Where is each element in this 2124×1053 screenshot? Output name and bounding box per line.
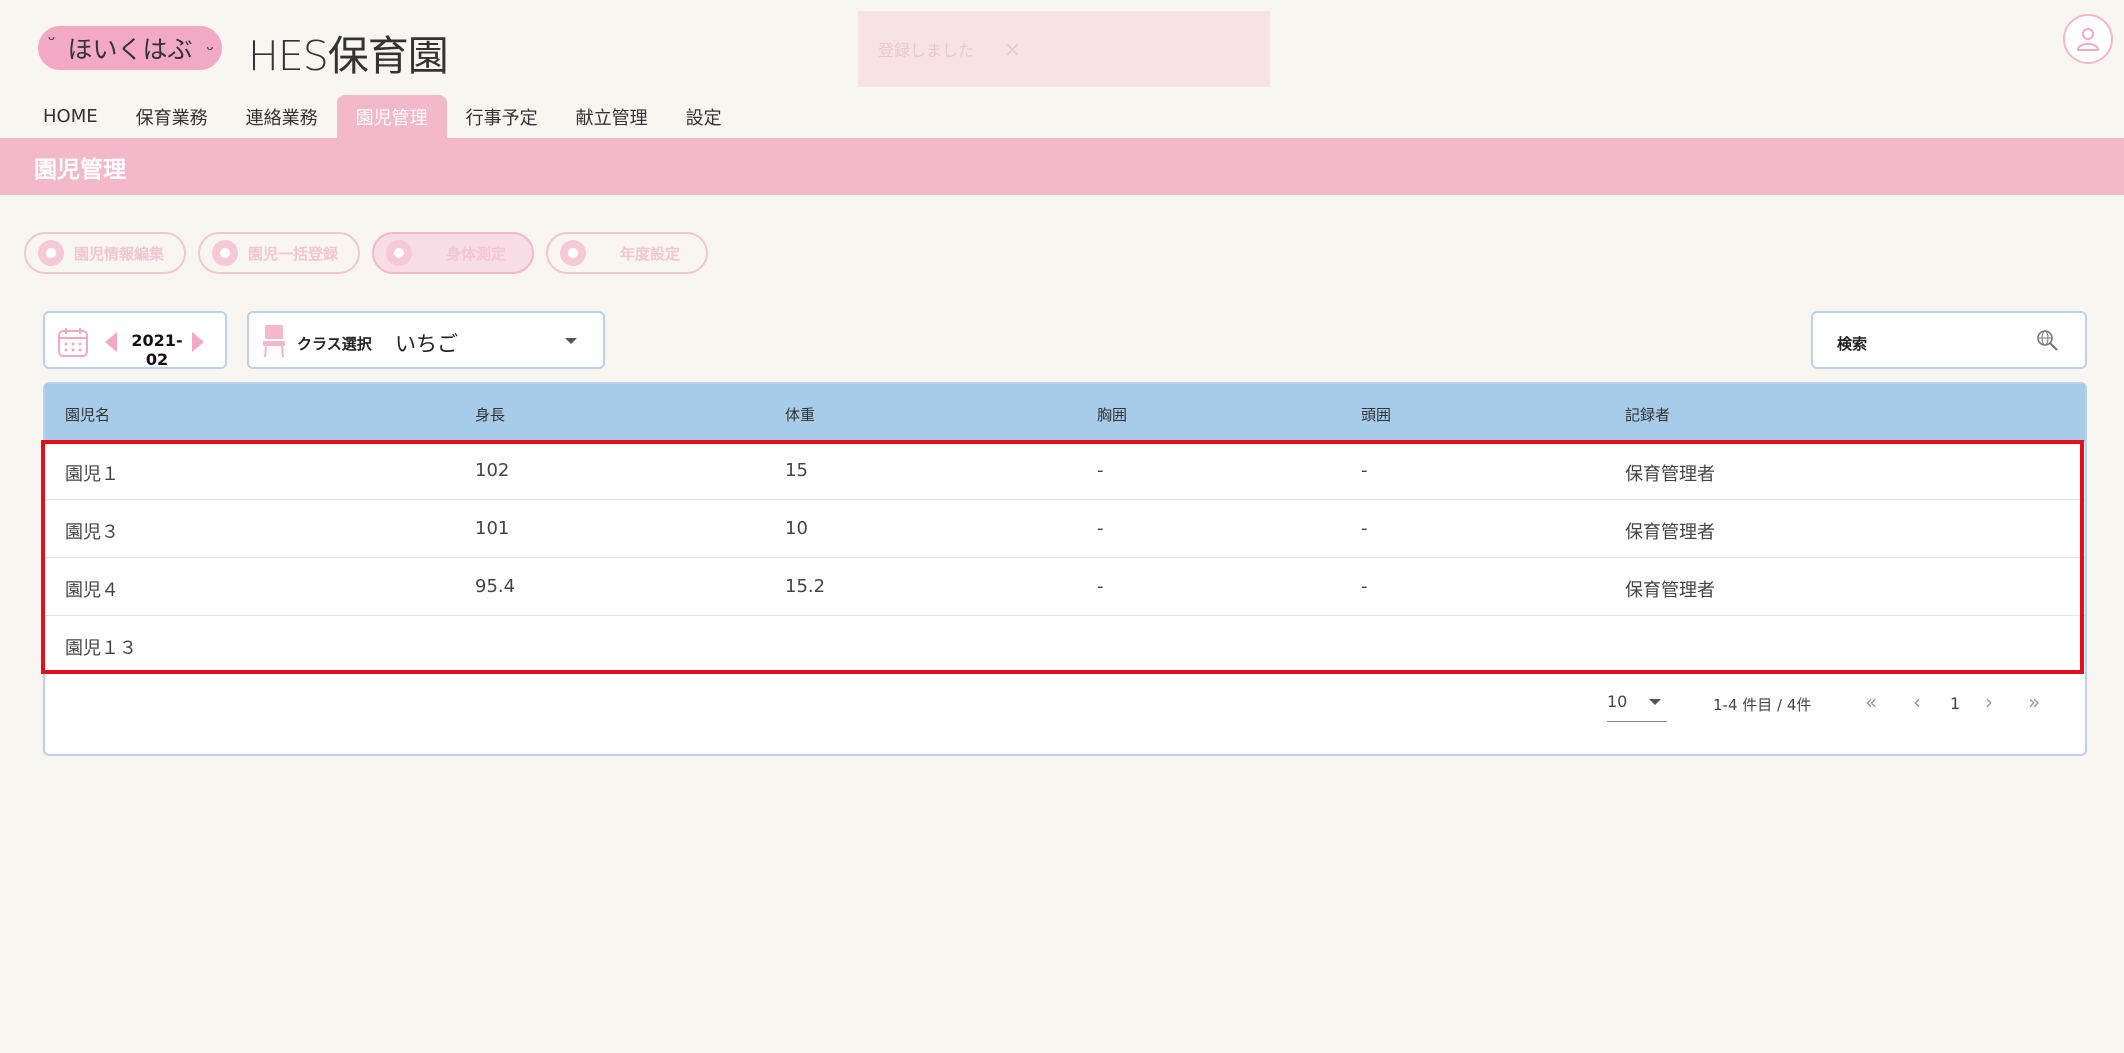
site-logo[interactable]: ᵕ ほいくはぶ ᵕ [38, 26, 222, 70]
nav-contact-work[interactable]: 連絡業務 [227, 95, 337, 138]
logo-text: ほいくはぶ [67, 35, 193, 64]
range-label: 1-4 件目 / 4件 [1713, 696, 1812, 714]
measure-icon [386, 240, 412, 266]
cell-head: - [1361, 576, 1368, 597]
bulk-register-button[interactable]: 園児一括登録 [198, 232, 360, 274]
search-placeholder: 検索 [1837, 335, 1868, 353]
smile-icon: ᵕ [48, 30, 56, 51]
cell-child-name: 園児３ [65, 522, 119, 543]
cell-recorder: 保育管理者 [1625, 580, 1715, 601]
rows-per-page-value: 10 [1607, 692, 1628, 711]
table-row[interactable]: 園児３ 101 10 - - 保育管理者 [45, 500, 2085, 558]
cell-head: - [1361, 460, 1368, 481]
rows-per-page-select[interactable]: 10 [1607, 686, 1667, 722]
chair-icon [263, 325, 285, 358]
measurement-table: 園児名 身長 体重 胸囲 頭囲 記録者 園児１ 102 15 - - 保育管理者… [43, 382, 2087, 756]
cell-recorder: 保育管理者 [1625, 464, 1715, 485]
cell-weight: 15.2 [785, 576, 826, 597]
nav-child-management[interactable]: 園児管理 [336, 95, 447, 138]
nav-settings[interactable]: 設定 [667, 95, 741, 138]
class-select-value: いちご [395, 332, 458, 356]
fiscal-year-settings-button[interactable]: 年度設定 [546, 232, 708, 274]
table-row[interactable]: 園児１ 102 15 - - 保育管理者 [45, 442, 2085, 500]
button-label: 園児情報編集 [74, 244, 165, 263]
main-nav: HOME 保育業務 連絡業務 園児管理 行事予定 献立管理 設定 [24, 95, 741, 138]
column-header[interactable]: 体重 [785, 404, 815, 425]
edit-child-info-button[interactable]: 園児情報編集 [24, 232, 186, 274]
month-selector: 2021-02 [43, 311, 227, 369]
close-icon[interactable]: × [1004, 37, 1021, 61]
toast-notification: 登録しました × [858, 11, 1270, 87]
button-label: 園児一括登録 [248, 244, 339, 263]
cell-chest: - [1097, 518, 1104, 539]
chevron-down-icon [565, 338, 577, 344]
column-header[interactable]: 身長 [475, 404, 505, 425]
user-menu-button[interactable] [2063, 14, 2113, 64]
star-icon [560, 240, 586, 266]
nav-events[interactable]: 行事予定 [447, 95, 557, 138]
cell-child-name: 園児４ [65, 580, 119, 601]
cell-child-name: 園児１ [65, 464, 119, 485]
nav-menu-management[interactable]: 献立管理 [557, 95, 667, 138]
cell-chest: - [1097, 576, 1104, 597]
nav-home[interactable]: HOME [24, 95, 117, 138]
cell-weight: 15 [785, 460, 808, 481]
children-group-icon [212, 240, 238, 266]
cell-weight: 10 [785, 518, 808, 539]
pagination: 10 1-4 件目 / 4件 « ‹ 1 › » [45, 686, 2085, 726]
user-icon [2077, 28, 2099, 51]
column-header[interactable]: 園児名 [65, 404, 110, 425]
table-row[interactable]: 園児４ 95.4 15.2 - - 保育管理者 [45, 558, 2085, 616]
current-month: 2021-02 [131, 331, 183, 369]
column-header[interactable]: 頭囲 [1361, 404, 1391, 425]
search-icon[interactable] [2035, 328, 2059, 352]
body-measurement-button[interactable]: 身体測定 [372, 232, 534, 274]
current-page[interactable]: 1 [1950, 694, 1960, 713]
class-select[interactable]: クラス選択 いちご [247, 311, 605, 369]
chevron-down-icon [1649, 699, 1661, 705]
cell-head: - [1361, 518, 1368, 539]
page-title-band: 園児管理 [0, 138, 2124, 195]
first-page-icon[interactable]: « [1865, 690, 1877, 714]
cell-height: 102 [475, 460, 510, 481]
top-bar: ᵕ ほいくはぶ ᵕ HES保育園 登録しました × [0, 0, 2124, 95]
cell-height: 101 [475, 518, 510, 539]
table-header: 園児名 身長 体重 胸囲 頭囲 記録者 [45, 384, 2085, 442]
child-icon [38, 240, 64, 266]
class-select-label: クラス選択 [297, 335, 372, 353]
page-title: 園児管理 [34, 156, 126, 183]
next-page-icon[interactable]: › [1985, 690, 1993, 714]
calendar-icon [58, 328, 88, 357]
site-title: HES保育園 [248, 32, 449, 80]
last-page-icon[interactable]: » [2028, 690, 2040, 714]
toast-message: 登録しました [878, 41, 975, 60]
column-header[interactable]: 胸囲 [1097, 404, 1127, 425]
cell-recorder: 保育管理者 [1625, 522, 1715, 543]
button-label: 身体測定 [446, 244, 507, 263]
column-header[interactable]: 記録者 [1625, 404, 1670, 425]
cell-height: 95.4 [475, 576, 516, 597]
search-input[interactable]: 検索 [1811, 311, 2087, 369]
cell-child-name: 園児１３ [65, 638, 137, 659]
next-month-button[interactable] [192, 332, 204, 352]
previous-page-icon[interactable]: ‹ [1913, 690, 1921, 714]
button-label: 年度設定 [620, 244, 681, 263]
previous-month-button[interactable] [105, 332, 117, 352]
nav-childcare-work[interactable]: 保育業務 [117, 95, 227, 138]
cell-chest: - [1097, 460, 1104, 481]
smile-icon: ᵕ [206, 40, 214, 61]
table-row[interactable]: 園児１３ [45, 616, 2085, 674]
